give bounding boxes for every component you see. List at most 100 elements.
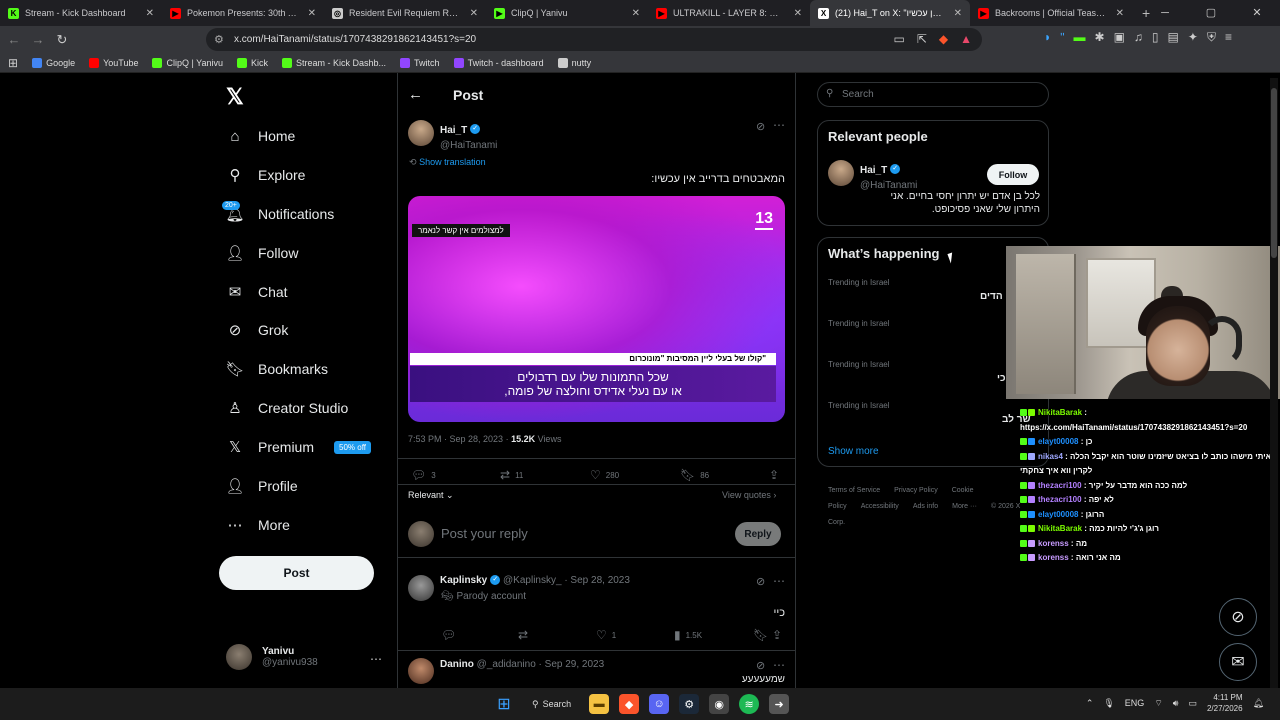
- brave-rewards-icon[interactable]: ▲: [960, 32, 972, 46]
- nav-item-home[interactable]: ⌂ Home: [226, 127, 295, 145]
- grok-float-button[interactable]: ⊘: [1219, 598, 1257, 636]
- bookmark-item[interactable]: Twitch: [400, 57, 440, 68]
- bookmark-item[interactable]: Stream - Kick Dashb...: [282, 57, 386, 68]
- forward-icon[interactable]: →: [28, 32, 48, 47]
- vpn-icon[interactable]: ⛨: [1207, 30, 1216, 45]
- x-logo-icon[interactable]: 𝕏: [226, 84, 244, 110]
- extensions-icon[interactable]: ✱: [1095, 30, 1105, 45]
- reply-action[interactable]: 💬︎ 3: [411, 468, 436, 482]
- more-options-icon[interactable]: ⋯: [370, 652, 382, 666]
- reply-action[interactable]: 💬︎: [441, 628, 456, 642]
- language-indicator[interactable]: ENG: [1125, 698, 1145, 708]
- extension-2-icon[interactable]: ʺ: [1060, 30, 1064, 45]
- tab-close-icon[interactable]: ✕: [794, 8, 802, 19]
- extension-1-icon[interactable]: ◗: [1044, 30, 1051, 45]
- tab-close-icon[interactable]: ✕: [146, 8, 154, 19]
- nav-item-profile[interactable]: 👤︎ Profile: [225, 477, 297, 495]
- bookmark-item[interactable]: Twitch - dashboard: [453, 57, 544, 68]
- like-action[interactable]: ♡ 280: [590, 468, 619, 482]
- bookmark-item[interactable]: YouTube: [89, 57, 138, 68]
- show-more-link[interactable]: Show more: [828, 446, 879, 457]
- nav-item-more[interactable]: ⋯ More: [226, 516, 290, 534]
- trend-label[interactable]: Trending in Israel: [828, 401, 890, 410]
- nav-item-chat[interactable]: ✉ Chat: [226, 283, 288, 301]
- browser-tab[interactable]: K Stream - Kick Dashboard ✕: [0, 0, 162, 26]
- trend-label[interactable]: Trending in Israel: [828, 360, 890, 369]
- reply-button[interactable]: Reply: [735, 522, 781, 546]
- reload-icon[interactable]: ↻: [52, 32, 72, 48]
- reply-input[interactable]: Post your reply: [441, 526, 528, 541]
- taskbar-search[interactable]: ⚲ Search: [524, 699, 579, 710]
- wifi-icon[interactable]: ⌔: [1154, 698, 1162, 709]
- apps-icon[interactable]: ⊞: [8, 56, 18, 70]
- reply-more-icon[interactable]: ⋯: [773, 658, 785, 672]
- view-quotes-link[interactable]: View quotes ›: [722, 490, 776, 500]
- follow-button[interactable]: Follow: [987, 164, 1039, 185]
- browser-tab[interactable]: X (21) Hai_T on X: "המאבטחים בדרייב אין ע…: [810, 0, 970, 26]
- views-action[interactable]: ▮ 1.5K: [674, 628, 702, 642]
- footer-link[interactable]: Accessibility: [861, 503, 899, 510]
- footer-link[interactable]: More ···: [952, 503, 977, 510]
- brave-shield-icon[interactable]: ◆: [939, 32, 948, 46]
- tab-close-icon[interactable]: ✕: [1116, 8, 1124, 19]
- bookmark-item[interactable]: nutty: [557, 57, 591, 68]
- extension-3-icon[interactable]: ▬: [1074, 30, 1086, 45]
- bookmark-action[interactable]: 🔖︎ 86: [680, 468, 709, 482]
- browser-tab[interactable]: ▶ ClipQ | Yanivu ✕: [486, 0, 648, 26]
- close-icon[interactable]: ✕: [1234, 0, 1280, 26]
- footer-link[interactable]: Privacy Policy: [894, 487, 938, 494]
- nav-item-creator-studio[interactable]: ♙ Creator Studio: [226, 399, 348, 417]
- browser-tab[interactable]: ▶ ULTRAKILL - LAYER 8: FRAUD - OUT ✕: [648, 0, 810, 26]
- microphone-icon[interactable]: 🎙︎: [1103, 698, 1114, 709]
- reply-avatar[interactable]: [408, 658, 434, 684]
- volume-icon[interactable]: 🔊︎: [1173, 698, 1179, 709]
- nav-item-explore[interactable]: ⚲ Explore: [226, 166, 306, 184]
- discord-icon[interactable]: ☺: [649, 694, 670, 714]
- post-more-icon[interactable]: ⋯: [773, 118, 785, 132]
- share-action[interactable]: ⇪: [772, 628, 782, 642]
- person-avatar[interactable]: [828, 160, 854, 186]
- extension-5-icon[interactable]: ▣: [1114, 30, 1125, 45]
- nav-item-follow[interactable]: 👤︎ Follow: [225, 244, 298, 262]
- spotify-icon[interactable]: ≋: [739, 694, 760, 714]
- tab-close-icon[interactable]: ✕: [470, 8, 478, 19]
- post-video[interactable]: 13 למצולמים אין קשר לנאמר קולו של בעלי ל…: [408, 196, 785, 422]
- tab-close-icon[interactable]: ✕: [954, 8, 962, 19]
- bookmark-item[interactable]: Kick: [237, 57, 268, 68]
- app-icon[interactable]: ➜: [769, 694, 790, 714]
- scrollbar[interactable]: [1270, 78, 1278, 688]
- cast-icon[interactable]: ▭: [893, 32, 904, 46]
- trend-label[interactable]: Trending in Israel: [828, 319, 890, 328]
- trend-label[interactable]: Trending in Israel: [828, 278, 890, 287]
- bookmark-item[interactable]: ClipQ | Yanivu: [152, 57, 223, 68]
- steam-icon[interactable]: ⚙: [679, 694, 700, 714]
- account-switcher[interactable]: Yanivu @yanivu938: [226, 644, 318, 670]
- maximize-icon[interactable]: ▢: [1188, 0, 1234, 26]
- bookmark-action[interactable]: 🔖︎: [753, 628, 768, 642]
- back-icon[interactable]: ←: [4, 32, 24, 47]
- back-arrow-icon[interactable]: ←: [408, 86, 423, 103]
- browser-tab[interactable]: ▶ Pokemon Presents: 30th Anniversary ✕: [162, 0, 324, 26]
- messages-float-button[interactable]: ✉: [1219, 643, 1257, 681]
- tab-close-icon[interactable]: ✕: [632, 8, 640, 19]
- site-info-icon[interactable]: ⚙: [214, 33, 224, 46]
- trend-title[interactable]: הדים: [980, 291, 1003, 302]
- minimize-icon[interactable]: ─: [1142, 0, 1188, 26]
- battery-icon[interactable]: ▭: [1188, 698, 1197, 709]
- leo-icon[interactable]: ✦: [1188, 30, 1198, 45]
- notifications-tray-icon[interactable]: 🔔︎: [1253, 698, 1264, 709]
- show-translation-link[interactable]: ⟲ Show translation: [409, 157, 486, 168]
- tab-close-icon[interactable]: ✕: [308, 8, 316, 19]
- reply-avatar[interactable]: [408, 575, 434, 601]
- reply-more-icon[interactable]: ⋯: [773, 574, 785, 588]
- obs-icon[interactable]: ◉: [709, 694, 730, 714]
- repost-action[interactable]: ⇄ 11: [500, 468, 523, 482]
- post-button[interactable]: Post: [219, 556, 374, 590]
- grok-icon[interactable]: ⊘: [756, 575, 765, 588]
- tray-chevron-icon[interactable]: ⌃: [1086, 698, 1094, 709]
- wallet-icon[interactable]: ▤: [1168, 30, 1179, 45]
- search-input[interactable]: ⚲ Search: [817, 82, 1049, 107]
- footer-link[interactable]: Terms of Service: [828, 487, 880, 494]
- windows-start-icon[interactable]: ⊞: [494, 694, 514, 714]
- media-icon[interactable]: ♫: [1134, 30, 1143, 45]
